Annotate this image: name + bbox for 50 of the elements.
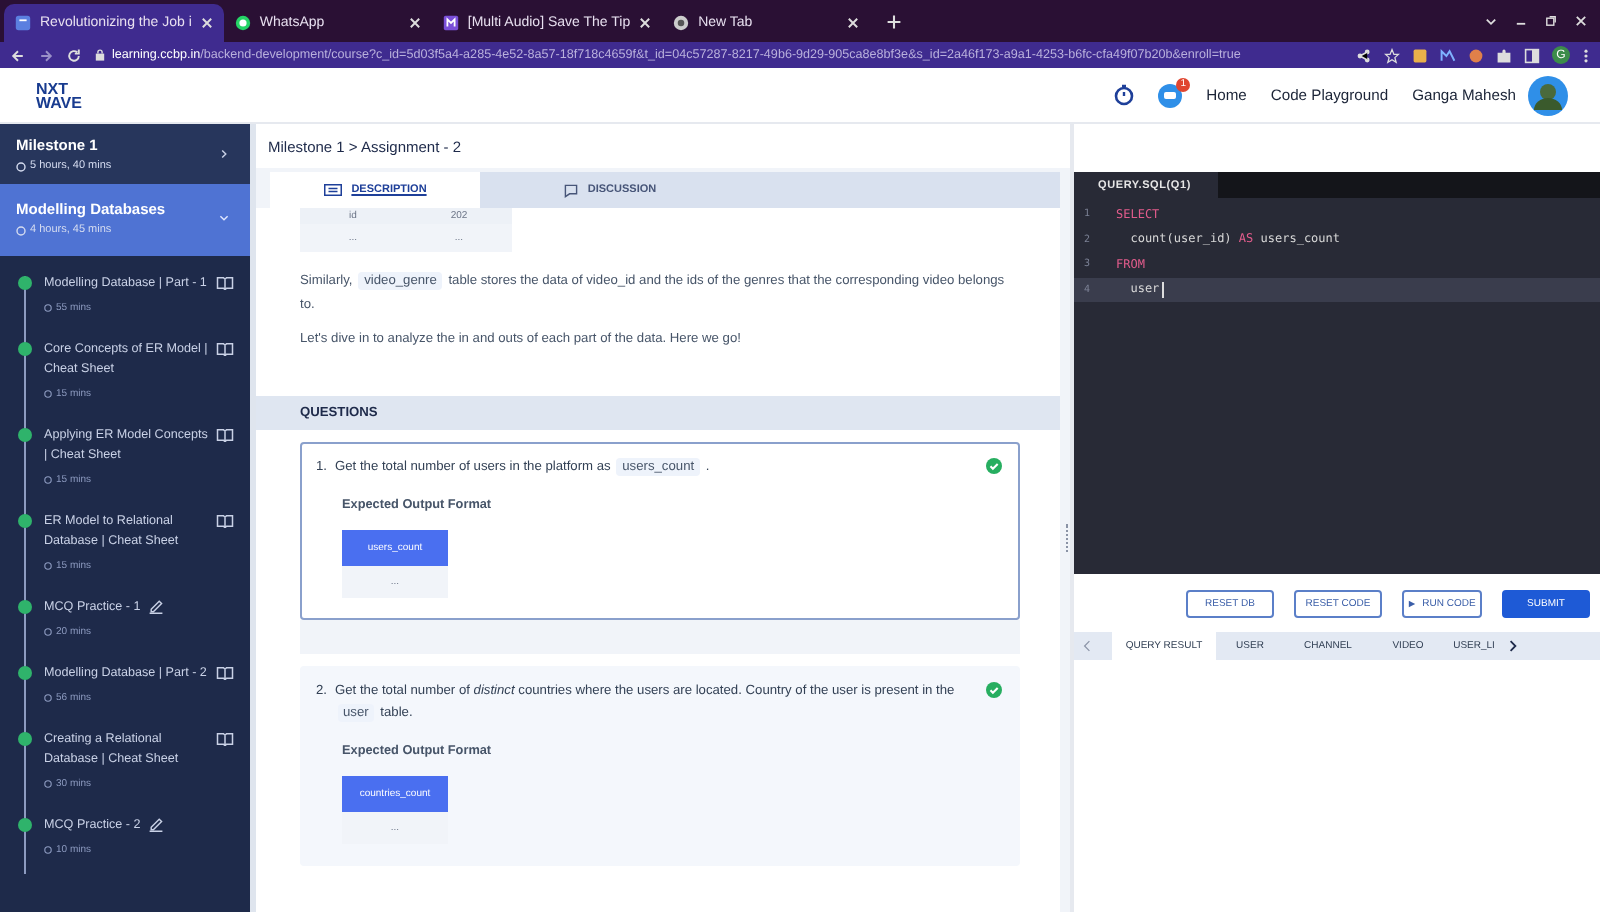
share-icon [1356,47,1372,63]
puzzle-icon [1496,47,1512,63]
close-icon [638,16,653,30]
pencil-icon [148,598,165,614]
clock-icon [44,562,52,570]
clock-icon [44,846,52,854]
restore-icon [1544,14,1558,28]
stopwatch-icon [1114,84,1135,106]
tab-favicon-icon [672,14,691,32]
dropdown-icon [1484,14,1498,28]
clock-icon [44,780,52,788]
resize-handle[interactable] [1066,524,1072,552]
clock-icon [16,225,26,235]
clock-icon [44,390,52,398]
document-icon [323,184,342,196]
book-icon [216,342,234,356]
new-tab-icon [886,14,903,30]
tab-favicon-icon [14,14,32,32]
clock-icon [44,304,52,312]
clock-icon [16,161,26,171]
close-icon [199,16,214,30]
clock-icon [44,476,52,484]
logo-text: NXT [36,81,68,95]
close-icon [407,16,422,30]
chevron-right-icon [1508,640,1518,652]
book-icon [216,514,234,528]
chat-icon [1158,83,1183,107]
star-icon [1384,47,1400,63]
back-icon [10,47,26,63]
comment-icon [563,183,578,197]
book-icon [216,666,234,680]
close-icon [1574,14,1588,28]
pencil-icon [148,816,165,832]
more-icon [1582,47,1590,63]
sidebar-icon [1524,47,1540,63]
lock-icon [94,48,106,62]
logo-text: WAVE [36,95,82,109]
tab-favicon-icon [441,14,460,32]
forward-icon [38,47,54,63]
clock-icon [44,694,52,702]
reload-icon [66,47,82,63]
play-icon [1408,600,1417,608]
book-icon [216,428,234,442]
tab-favicon-icon [233,14,252,32]
clock-icon [44,628,52,636]
avatar-icon [1528,75,1568,115]
book-icon [216,276,234,290]
chevron-left-icon [1082,640,1092,652]
close-icon [846,16,861,30]
book-icon [216,732,234,746]
